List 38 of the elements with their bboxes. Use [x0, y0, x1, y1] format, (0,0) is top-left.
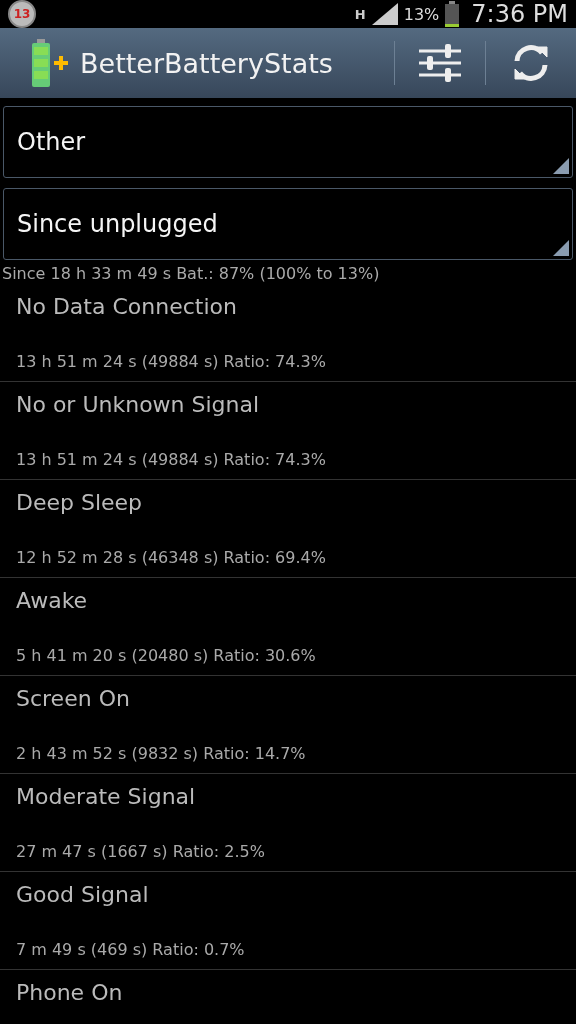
stat-row[interactable]: Awake 5 h 41 m 20 s (20480 s) Ratio: 30.6% [0, 578, 576, 676]
battery-percent: 13% [403, 4, 440, 24]
stat-title: Screen On [16, 686, 131, 711]
dropdown[interactable]: Since unplugged [3, 188, 573, 260]
stat-title: Moderate Signal [16, 784, 197, 809]
battery-plus-icon [32, 39, 68, 87]
stat-row[interactable]: Good Signal 7 m 49 s (469 s) Ratio: 0.7% [0, 872, 576, 970]
app-title: BetterBatteryStats [80, 47, 334, 79]
summary-text: Since 18 h 33 m 49 s Bat.: 87% (100% to 13%) [1, 264, 381, 284]
stat-detail: 5 h 41 m 20 s (20480 s) Ratio: 30.6% [16, 646, 317, 665]
network-type: H [354, 6, 366, 22]
stat-row[interactable]: Screen On 2 h 43 m 52 s (9832 s) Ratio: 14.7% [0, 676, 576, 774]
corner-icon [553, 240, 569, 256]
stat-detail: 12 h 52 m 28 s (46348 s) Ratio: 69.4% [16, 548, 327, 567]
refresh-icon [511, 43, 551, 83]
stat-row[interactable]: Deep Sleep 12 h 52 m 28 s (46348 s) Ratio: 69.4% [0, 480, 576, 578]
stat-title: Awake [16, 588, 89, 613]
stat-row[interactable]: No or Unknown Signal 13 h 51 m 24 s (49884 s) Ratio: 74.3% [0, 382, 576, 480]
stat-title: No Data Connection [16, 294, 238, 319]
notification-badge: 13 [8, 0, 36, 28]
sliders-icon [419, 43, 461, 83]
stat-row[interactable]: No Data Connection 13 h 51 m 24 s (49884 s) Ratio: 74.3% [0, 284, 576, 382]
stat-row[interactable]: Moderate Signal 27 m 47 s (1667 s) Ratio: 2.5% [0, 774, 576, 872]
stat-title: Deep Sleep [16, 490, 144, 515]
battery-icon [445, 1, 460, 27]
stat-detail: 13 h 51 m 24 s (49884 s) Ratio: 74.3% [16, 352, 327, 371]
corner-icon [553, 158, 569, 174]
stat-detail: 13 h 51 m 24 s (49884 s) Ratio: 74.3% [16, 450, 327, 469]
stat-detail: 2 h 43 m 52 s (9832 s) Ratio: 14.7% [16, 744, 307, 763]
clock: 7:36 PM [471, 0, 568, 28]
dropdown[interactable]: Other [3, 106, 573, 178]
signal-icon [371, 3, 398, 25]
stat-row[interactable]: Phone On [0, 970, 576, 1024]
stat-title: No or Unknown Signal [16, 392, 261, 417]
stat-title: Good Signal [16, 882, 150, 907]
stat-detail: 27 m 47 s (1667 s) Ratio: 2.5% [16, 842, 266, 861]
stat-title: Phone On [16, 980, 124, 1005]
stat-detail: 7 m 49 s (469 s) Ratio: 0.7% [16, 940, 246, 959]
